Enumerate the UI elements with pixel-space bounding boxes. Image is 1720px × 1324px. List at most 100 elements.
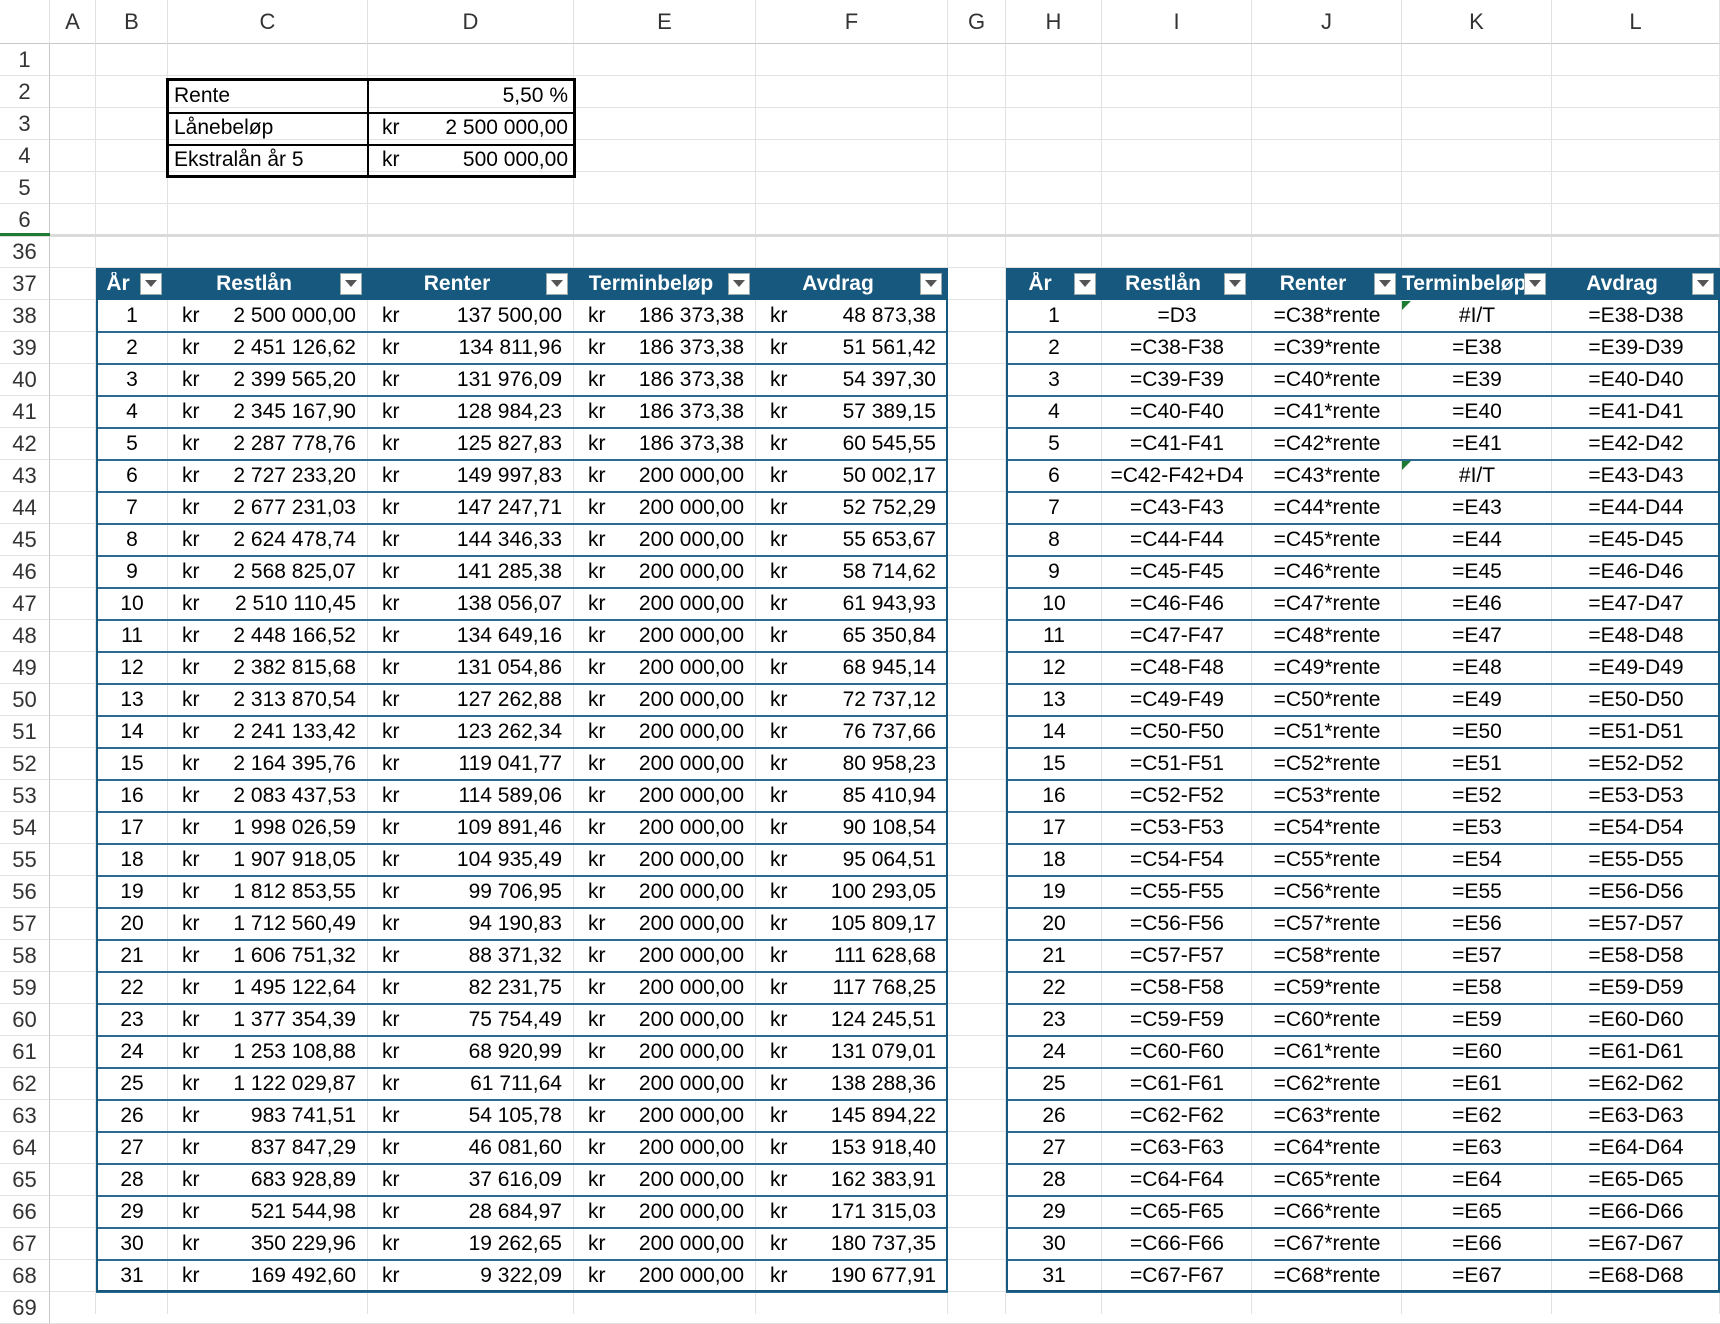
terminbelop-formula-cell[interactable]: =E45 — [1402, 556, 1552, 588]
values-table-header-1[interactable]: År — [96, 268, 168, 300]
year-cell[interactable]: 4 — [96, 396, 168, 428]
year-cell[interactable]: 16 — [1006, 780, 1102, 812]
column-header-j[interactable]: J — [1252, 0, 1402, 44]
terminbelop-cell[interactable]: 200 000,00 — [614, 1036, 756, 1068]
restlaan-cell[interactable]: 2 083 437,53 — [208, 780, 368, 812]
row-header-59[interactable]: 59 — [0, 972, 50, 1004]
restlaan-cell[interactable]: 683 928,89 — [208, 1164, 368, 1196]
renter-cell[interactable]: 144 346,33 — [408, 524, 574, 556]
avdrag-formula-cell[interactable]: =E65-D65 — [1552, 1164, 1720, 1196]
renter-formula-cell[interactable]: =C42*rente — [1252, 428, 1402, 460]
year-cell[interactable]: 17 — [96, 812, 168, 844]
avdrag-formula-cell[interactable]: =E59-D59 — [1552, 972, 1720, 1004]
terminbelop-cell[interactable]: 200 000,00 — [614, 1004, 756, 1036]
row-header-67[interactable]: 67 — [0, 1228, 50, 1260]
avdrag-formula-cell[interactable]: =E54-D54 — [1552, 812, 1720, 844]
restlaan-formula-cell[interactable]: =C38-F38 — [1102, 332, 1252, 364]
renter-formula-cell[interactable]: =C55*rente — [1252, 844, 1402, 876]
avdrag-cell[interactable]: 145 894,22 — [796, 1100, 948, 1132]
terminbelop-formula-cell[interactable]: =E47 — [1402, 620, 1552, 652]
year-cell[interactable]: 16 — [96, 780, 168, 812]
restlaan-formula-cell[interactable]: =C57-F57 — [1102, 940, 1252, 972]
row-header-1[interactable]: 1 — [0, 44, 50, 76]
year-cell[interactable]: 27 — [1006, 1132, 1102, 1164]
avdrag-cell[interactable]: 162 383,91 — [796, 1164, 948, 1196]
year-cell[interactable]: 31 — [96, 1260, 168, 1292]
row-header-39[interactable]: 39 — [0, 332, 50, 364]
row-header-41[interactable]: 41 — [0, 396, 50, 428]
year-cell[interactable]: 11 — [1006, 620, 1102, 652]
avdrag-formula-cell[interactable]: =E49-D49 — [1552, 652, 1720, 684]
terminbelop-formula-cell[interactable]: =E56 — [1402, 908, 1552, 940]
row-header-52[interactable]: 52 — [0, 748, 50, 780]
restlaan-formula-cell[interactable]: =C39-F39 — [1102, 364, 1252, 396]
renter-cell[interactable]: 119 041,77 — [408, 748, 574, 780]
row-header-54[interactable]: 54 — [0, 812, 50, 844]
restlaan-cell[interactable]: 2 451 126,62 — [208, 332, 368, 364]
restlaan-cell[interactable]: 350 229,96 — [208, 1228, 368, 1260]
renter-cell[interactable]: 134 649,16 — [408, 620, 574, 652]
terminbelop-formula-cell[interactable]: #I/T — [1402, 460, 1552, 492]
renter-formula-cell[interactable]: =C40*rente — [1252, 364, 1402, 396]
avdrag-formula-cell[interactable]: =E67-D67 — [1552, 1228, 1720, 1260]
restlaan-formula-cell[interactable]: =C67-F67 — [1102, 1260, 1252, 1292]
year-cell[interactable]: 6 — [96, 460, 168, 492]
avdrag-cell[interactable]: 58 714,62 — [796, 556, 948, 588]
avdrag-formula-cell[interactable]: =E53-D53 — [1552, 780, 1720, 812]
terminbelop-cell[interactable]: 200 000,00 — [614, 1100, 756, 1132]
avdrag-cell[interactable]: 51 561,42 — [796, 332, 948, 364]
year-cell[interactable]: 7 — [96, 492, 168, 524]
terminbelop-cell[interactable]: 200 000,00 — [614, 716, 756, 748]
renter-cell[interactable]: 149 997,83 — [408, 460, 574, 492]
terminbelop-cell[interactable]: 200 000,00 — [614, 1068, 756, 1100]
renter-formula-cell[interactable]: =C67*rente — [1252, 1228, 1402, 1260]
terminbelop-formula-cell[interactable]: =E46 — [1402, 588, 1552, 620]
avdrag-cell[interactable]: 72 737,12 — [796, 684, 948, 716]
restlaan-formula-cell[interactable]: =C42-F42+D4 — [1102, 460, 1252, 492]
row-header-53[interactable]: 53 — [0, 780, 50, 812]
restlaan-formula-cell[interactable]: =C50-F50 — [1102, 716, 1252, 748]
terminbelop-formula-cell[interactable]: =E52 — [1402, 780, 1552, 812]
row-header-56[interactable]: 56 — [0, 876, 50, 908]
year-cell[interactable]: 11 — [96, 620, 168, 652]
terminbelop-cell[interactable]: 186 373,38 — [614, 364, 756, 396]
avdrag-cell[interactable]: 111 628,68 — [796, 940, 948, 972]
row-header-36[interactable]: 36 — [0, 236, 50, 268]
renter-formula-cell[interactable]: =C45*rente — [1252, 524, 1402, 556]
row-header-55[interactable]: 55 — [0, 844, 50, 876]
avdrag-cell[interactable]: 85 410,94 — [796, 780, 948, 812]
renter-formula-cell[interactable]: =C43*rente — [1252, 460, 1402, 492]
terminbelop-cell[interactable]: 200 000,00 — [614, 524, 756, 556]
values-table-header-3[interactable]: Renter — [368, 268, 574, 300]
renter-cell[interactable]: 127 262,88 — [408, 684, 574, 716]
avdrag-cell[interactable]: 90 108,54 — [796, 812, 948, 844]
row-header-62[interactable]: 62 — [0, 1068, 50, 1100]
spreadsheet-grid[interactable]: A B C D E F G H I J K L 1 2 3 4 5 6 36 37 38 39 40 41 42 43 44 45 46… — [0, 0, 1720, 1324]
year-cell[interactable]: 12 — [1006, 652, 1102, 684]
year-cell[interactable]: 23 — [96, 1004, 168, 1036]
restlaan-formula-cell[interactable]: =C52-F52 — [1102, 780, 1252, 812]
year-cell[interactable]: 17 — [1006, 812, 1102, 844]
restlaan-cell[interactable]: 1 812 853,55 — [208, 876, 368, 908]
restlaan-cell[interactable]: 521 544,98 — [208, 1196, 368, 1228]
renter-formula-cell[interactable]: =C50*rente — [1252, 684, 1402, 716]
row-header-2[interactable]: 2 — [0, 76, 50, 108]
avdrag-cell[interactable]: 131 079,01 — [796, 1036, 948, 1068]
terminbelop-formula-cell[interactable]: =E44 — [1402, 524, 1552, 556]
renter-formula-cell[interactable]: =C39*rente — [1252, 332, 1402, 364]
row-header-38[interactable]: 38 — [0, 300, 50, 332]
row-header-48[interactable]: 48 — [0, 620, 50, 652]
avdrag-formula-cell[interactable]: =E41-D41 — [1552, 396, 1720, 428]
year-cell[interactable]: 15 — [1006, 748, 1102, 780]
renter-cell[interactable]: 75 754,49 — [408, 1004, 574, 1036]
year-cell[interactable]: 5 — [1006, 428, 1102, 460]
terminbelop-cell[interactable]: 200 000,00 — [614, 588, 756, 620]
renter-cell[interactable]: 137 500,00 — [408, 300, 574, 332]
formula-table-header-5[interactable]: Avdrag — [1552, 268, 1720, 300]
renter-cell[interactable]: 9 322,09 — [408, 1260, 574, 1292]
avdrag-cell[interactable]: 100 293,05 — [796, 876, 948, 908]
terminbelop-formula-cell[interactable]: =E51 — [1402, 748, 1552, 780]
renter-formula-cell[interactable]: =C41*rente — [1252, 396, 1402, 428]
renter-formula-cell[interactable]: =C51*rente — [1252, 716, 1402, 748]
renter-cell[interactable]: 19 262,65 — [408, 1228, 574, 1260]
